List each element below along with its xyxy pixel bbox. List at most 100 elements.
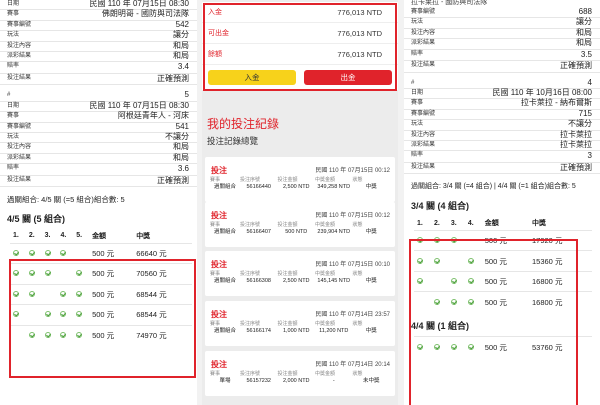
bet-field: 賽事 過關組合 <box>210 321 240 335</box>
check-circle-icon <box>44 249 51 256</box>
bet-field-value: 239,904 NTD <box>317 229 351 235</box>
bet-tag: 投注 <box>211 310 227 319</box>
bet-field: 中獎金額 - <box>315 371 353 385</box>
bet-tag: 投注 <box>211 166 227 175</box>
page-title: 我的投注紀錄 <box>207 117 280 131</box>
column-header: 中獎 <box>532 220 546 228</box>
bet-date: 民國 110 年 07月14日 20:14 <box>315 362 390 368</box>
bet-field-value: 56157232 <box>246 378 271 384</box>
bet-field: 中獎金額 145,145 NTD <box>315 271 353 285</box>
detail-label: 日期 <box>7 0 20 7</box>
bet-field: 狀態 中獎 <box>353 222 391 236</box>
bet-field-value: 2,000 NTD <box>282 378 310 384</box>
bet-field: 中獎金額 239,904 NTD <box>315 222 353 236</box>
detail-value: 民國 110 年 07月15日 08:30 <box>89 0 189 8</box>
bet-field: 狀態 中獎 <box>353 177 391 191</box>
detail-label: 玩法 <box>7 32 20 39</box>
detail-label: 賠率 <box>7 165 20 172</box>
column-header: 5. <box>76 232 83 240</box>
bet-field: 中獎金額 349,258 NTD <box>315 177 353 191</box>
bet-field-value: 過關組合 <box>213 229 236 235</box>
detail-row: 賽事編號 542 <box>0 20 197 32</box>
ticket-details-2: #4 日期 民國 110 年 10月16日 08:00 賽事 拉卡萊拉 - 納布爾斯 賽事… <box>404 77 600 175</box>
detail-value: 5 <box>184 90 189 100</box>
highlight-box <box>9 259 196 378</box>
detail-label: 派彩結果 <box>411 40 436 47</box>
bet-field: 賽事 過關組合 <box>210 222 240 236</box>
bet-field-value: 未中獎 <box>362 378 380 384</box>
detail-value: 3.6 <box>177 164 189 174</box>
bet-field-value: 2,500 NTD <box>282 278 310 284</box>
detail-value: 正確預測 <box>157 175 189 185</box>
bet-field-value: 56166308 <box>246 278 271 284</box>
bet-record-card[interactable]: 投注 民國 110 年 07月15日 00:12 賽事 過關組合 投注序號 5616644… <box>205 157 395 202</box>
detail-value: 佛朗明哥 - 國防與司法隊 <box>101 9 189 19</box>
detail-value: 715 <box>578 108 592 118</box>
bet-field-value: - <box>332 378 335 384</box>
bet-field-value: 單場 <box>219 378 231 384</box>
bet-record-card[interactable]: 投注 民國 110 年 07月15日 00:12 賽事 過關組合 投注序號 5616640… <box>205 202 395 247</box>
bet-field: 投注金額 2,500 NTD <box>278 177 316 191</box>
detail-value: 和局 <box>173 142 189 152</box>
detail-label: 賽事編號 <box>7 123 32 130</box>
detail-label: 玩法 <box>7 133 20 140</box>
bet-field: 狀態 中獎 <box>353 321 391 335</box>
bet-field: 投注金額 1,000 NTD <box>278 321 316 335</box>
column-header: 4. <box>467 219 474 227</box>
bet-field-value: 145,145 NTD <box>317 278 351 284</box>
detail-label: 投注結果 <box>7 74 32 81</box>
detail-value: 541 <box>175 121 189 131</box>
bet-field: 賽事 過關組合 <box>210 177 240 191</box>
detail-label: 玩法 <box>411 121 424 128</box>
detail-row: 投注結果 正確預測 <box>0 74 197 86</box>
bet-date: 民國 110 年 07月15日 00:12 <box>315 213 390 219</box>
detail-label: 派彩結果 <box>411 141 436 148</box>
detail-value: 拉卡萊拉 - 納布爾斯 <box>520 98 592 108</box>
combo-summary: 過關組合: 3/4 關 (=4 組合) | 4/4 關 (=1 組合)組合數: … <box>411 183 576 191</box>
bet-record-card[interactable]: 投注 民國 110 年 07月14日 20:14 賽事 單場 投注序號 56157232 投… <box>205 351 395 396</box>
detail-value: 3.5 <box>580 49 592 59</box>
detail-label: # <box>411 79 415 86</box>
detail-value: 阿根廷青年人 - 河床 <box>117 111 189 121</box>
detail-label: 日期 <box>411 89 424 96</box>
bet-date: 民國 110 年 07月15日 00:10 <box>315 262 390 268</box>
column-header: 3. <box>44 232 51 240</box>
highlight-box <box>203 3 397 91</box>
bet-field-value: 中獎 <box>365 278 377 284</box>
bet-field: 賽事 單場 <box>210 371 240 385</box>
check-circle-icon <box>28 249 35 256</box>
detail-value: 不讓分 <box>568 119 592 129</box>
bet-tag: 投注 <box>211 360 227 369</box>
bet-field: 狀態 未中獎 <box>353 371 391 385</box>
detail-label: 日期 <box>7 102 20 109</box>
detail-label: 賽事 <box>7 113 20 120</box>
detail-label: 賽事編號 <box>411 8 436 15</box>
detail-label: 投注結果 <box>411 62 436 69</box>
detail-value: 讓分 <box>576 17 592 27</box>
detail-label: 投注結果 <box>411 163 436 170</box>
column-header: 1. <box>13 232 19 240</box>
bet-field-value: 56166407 <box>246 229 271 235</box>
detail-row: 投注結果 正確預測 <box>0 176 197 188</box>
detail-row: 投注結果 正確預測 <box>404 61 600 73</box>
ticket-details-1: 日期 民國 110 年 07月15日 08:30 賽事 佛朗明哥 - 國防與司法隊 賽事… <box>0 0 197 86</box>
bet-record-card[interactable]: 投注 民國 110 年 07月15日 00:10 賽事 過關組合 投注序號 5616630… <box>205 251 395 296</box>
detail-row: 派彩結果 拉卡萊拉 <box>404 140 600 152</box>
column-header: 1. <box>417 219 423 227</box>
detail-value: 4 <box>587 77 592 87</box>
detail-value: 和局 <box>576 27 592 37</box>
detail-label: 投注內容 <box>411 131 436 138</box>
detail-value: 3.4 <box>177 62 189 72</box>
detail-label: 賠率 <box>411 152 424 159</box>
detail-label: 投注內容 <box>411 29 436 36</box>
bet-date: 民國 110 年 07月14日 23:57 <box>315 312 390 318</box>
detail-row: 派彩結果 和局 <box>0 153 197 165</box>
detail-label: 投注結果 <box>7 176 32 183</box>
section-title: 4/5 關 (5 組合) <box>7 214 66 225</box>
detail-label: 賠率 <box>411 50 424 57</box>
bet-field: 投注序號 56166407 <box>240 222 278 236</box>
highlight-box <box>409 239 578 405</box>
detail-label: 派彩結果 <box>7 154 32 161</box>
bet-record-card[interactable]: 投注 民國 110 年 07月14日 23:57 賽事 過關組合 投注序號 5616617… <box>205 301 395 346</box>
bet-field-value: 1,000 NTD <box>282 328 310 334</box>
